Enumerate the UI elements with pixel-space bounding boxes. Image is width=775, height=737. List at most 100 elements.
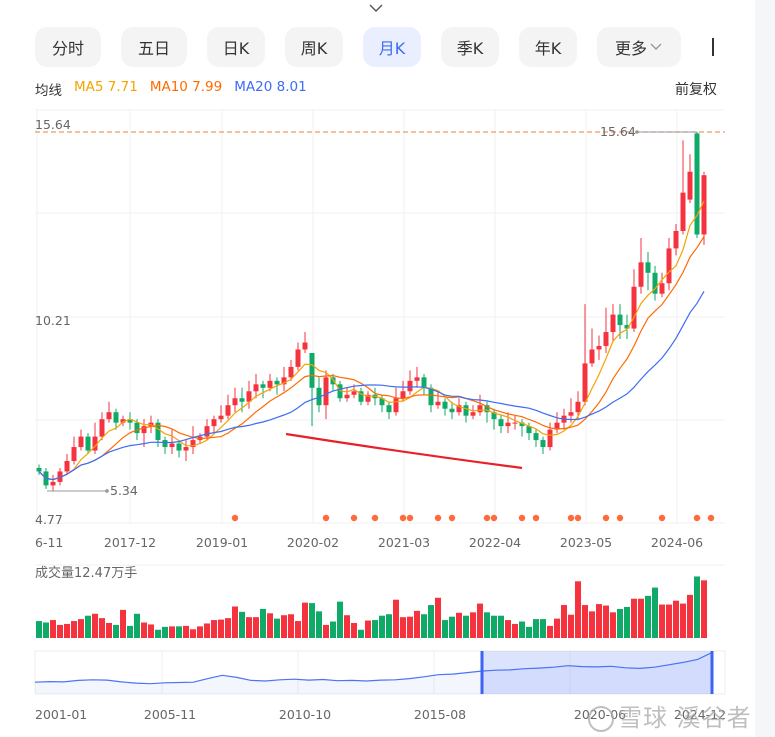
volume-bar <box>400 617 406 638</box>
candle <box>666 237 672 291</box>
event-marker-dot <box>707 514 715 522</box>
volume-bar <box>687 594 693 638</box>
candle <box>281 366 287 392</box>
volume-bar <box>85 615 91 638</box>
volume-bar <box>302 602 308 638</box>
candle <box>344 387 350 402</box>
event-marker-dot <box>693 514 701 522</box>
candle-body <box>470 412 476 416</box>
candle <box>596 335 602 360</box>
candle-body <box>393 398 399 413</box>
candle <box>589 328 595 367</box>
volume-bar <box>43 622 49 638</box>
event-marker-dot <box>532 514 540 522</box>
volume-bar <box>351 622 357 638</box>
candle-body <box>71 447 77 461</box>
candle-body <box>568 412 574 416</box>
candle <box>498 415 504 434</box>
volume-bar <box>442 620 448 638</box>
candle-body <box>344 394 350 399</box>
candle-body <box>400 391 406 399</box>
volume-bar <box>638 598 644 638</box>
volume-bar <box>197 626 203 638</box>
volume-bar <box>148 624 154 638</box>
volume-bar <box>211 620 217 638</box>
candle <box>365 391 371 406</box>
candle-body <box>582 363 588 402</box>
candle-body <box>267 380 273 388</box>
y-axis-label: 10.21 <box>35 313 71 328</box>
candle-body <box>99 419 105 437</box>
x-axis-label: 2019-01 <box>196 535 248 550</box>
volume-bar <box>407 616 413 638</box>
volume-bar <box>267 613 273 638</box>
volume-bar <box>512 623 518 638</box>
event-marker-dot <box>231 514 239 522</box>
volume-bar <box>127 625 133 638</box>
volume-bar <box>652 587 658 638</box>
candle <box>225 394 231 420</box>
candle-body <box>673 230 679 249</box>
candle-body <box>631 286 637 329</box>
volume-bar <box>57 624 63 638</box>
candle-body <box>162 440 168 448</box>
navigator-x-label: 2005-11 <box>144 707 196 722</box>
volume-bar <box>113 624 119 638</box>
volume-bar <box>225 618 231 638</box>
candle <box>435 391 441 409</box>
candle <box>302 332 308 353</box>
kline-chart[interactable]: 15.64 10.21 4.77 15.64 5.34 6-11 2017-12 2019-0… <box>0 0 775 737</box>
volume-bar <box>456 612 462 638</box>
candle-body <box>295 349 301 367</box>
candle-body <box>435 401 441 406</box>
candle-body <box>687 171 693 200</box>
y-axis-label: 4.77 <box>35 512 63 527</box>
candle <box>295 342 301 371</box>
candle-body <box>309 352 315 388</box>
candle <box>407 370 413 395</box>
candle-body <box>407 380 413 392</box>
volume-bar <box>561 605 567 638</box>
volume-bar <box>183 625 189 638</box>
event-marker-dot <box>574 514 582 522</box>
volume-bar <box>309 603 315 638</box>
volume-bar <box>610 612 616 638</box>
candle-body <box>386 405 392 413</box>
candle <box>358 387 364 406</box>
candle-body <box>414 377 420 381</box>
candle-body <box>477 405 483 413</box>
volume-bar <box>288 614 294 638</box>
volume-bar <box>631 598 637 638</box>
volume-bar <box>295 621 301 638</box>
x-axis-label: 2017-12 <box>104 535 156 550</box>
volume-bar <box>533 619 539 638</box>
candle <box>183 440 189 461</box>
volume-bar <box>554 618 560 638</box>
volume-bar <box>575 581 581 638</box>
candle <box>316 377 322 413</box>
candle <box>253 373 259 399</box>
candle <box>442 398 448 416</box>
volume-bar <box>547 625 553 638</box>
volume-bar <box>526 626 532 638</box>
candle-body <box>183 447 189 451</box>
volume-bar <box>330 621 336 638</box>
volume-bar <box>50 620 56 638</box>
candle <box>512 415 518 430</box>
candle-body <box>50 481 56 486</box>
candle-body <box>610 314 616 333</box>
candle <box>477 394 483 416</box>
volume-bar <box>519 621 525 638</box>
volume-bar <box>106 622 112 638</box>
candle <box>71 436 77 465</box>
event-marker-dot <box>616 514 624 522</box>
candle-body <box>449 408 455 413</box>
candle-body <box>421 377 427 388</box>
candle <box>680 140 686 235</box>
candle-body <box>498 419 504 427</box>
event-marker-dot <box>399 514 407 522</box>
event-marker-dot <box>518 514 526 522</box>
candle-body <box>442 401 448 409</box>
volume-bar <box>582 605 588 638</box>
candle-body <box>323 377 329 406</box>
